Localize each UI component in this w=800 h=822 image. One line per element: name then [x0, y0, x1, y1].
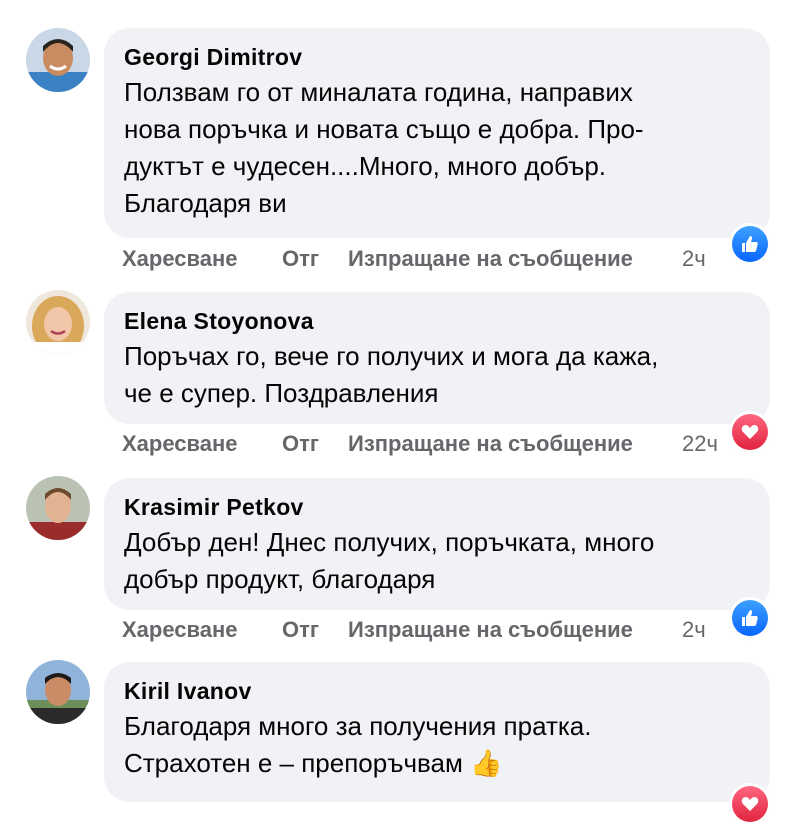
like-action[interactable]: Харесване	[122, 615, 238, 645]
heart-icon[interactable]	[732, 786, 768, 822]
like-icon[interactable]	[732, 600, 768, 636]
comment-author[interactable]: Georgi Dimitrov	[124, 42, 750, 72]
comment-bubble: Elena Stoyonova Поръчах го, вече го полу…	[104, 292, 770, 424]
avatar[interactable]	[26, 660, 90, 724]
reply-action[interactable]: Отг	[282, 244, 319, 274]
comment-text: Добър ден! Днес получих, поръчката, мног…	[124, 527, 655, 594]
comment-time[interactable]: 22ч	[682, 429, 718, 459]
heart-icon[interactable]	[732, 414, 768, 450]
comment-time[interactable]: 2ч	[682, 615, 706, 645]
avatar[interactable]	[26, 28, 90, 92]
comment-author[interactable]: Kiril Ivanov	[124, 676, 750, 706]
comment-text-body: Благодаря много за получения пратка. Стр…	[124, 711, 592, 778]
send-message-action[interactable]: Изпращане на съобщение	[348, 244, 633, 274]
comment-text: Поръчах го, вече го получих и мога да ка…	[124, 341, 659, 408]
comment-author[interactable]: Elena Stoyonova	[124, 306, 750, 336]
send-message-action[interactable]: Изпращане на съобщение	[348, 615, 633, 645]
comment-bubble: Krasimir Petkov Добър ден! Днес получих,…	[104, 478, 770, 610]
comment-bubble: Kiril Ivanov Благодаря много за получени…	[104, 662, 770, 802]
like-action[interactable]: Харесване	[122, 244, 238, 274]
comment-author[interactable]: Krasimir Petkov	[124, 492, 750, 522]
reply-action[interactable]: Отг	[282, 429, 319, 459]
reply-action[interactable]: Отг	[282, 615, 319, 645]
comment-text: Благодаря много за получения пратка. Стр…	[124, 708, 750, 782]
avatar[interactable]	[26, 476, 90, 540]
like-icon[interactable]	[732, 226, 768, 262]
comment-bubble: Georgi Dimitrov Ползвам го от миналата г…	[104, 28, 770, 238]
like-action[interactable]: Харесване	[122, 429, 238, 459]
comment-text: Ползвам го от миналата година, направих …	[124, 77, 644, 218]
send-message-action[interactable]: Изпращане на съобщение	[348, 429, 633, 459]
comment-time[interactable]: 2ч	[682, 244, 706, 274]
avatar[interactable]	[26, 290, 90, 354]
thumbs-up-emoji: 👍	[470, 748, 503, 778]
